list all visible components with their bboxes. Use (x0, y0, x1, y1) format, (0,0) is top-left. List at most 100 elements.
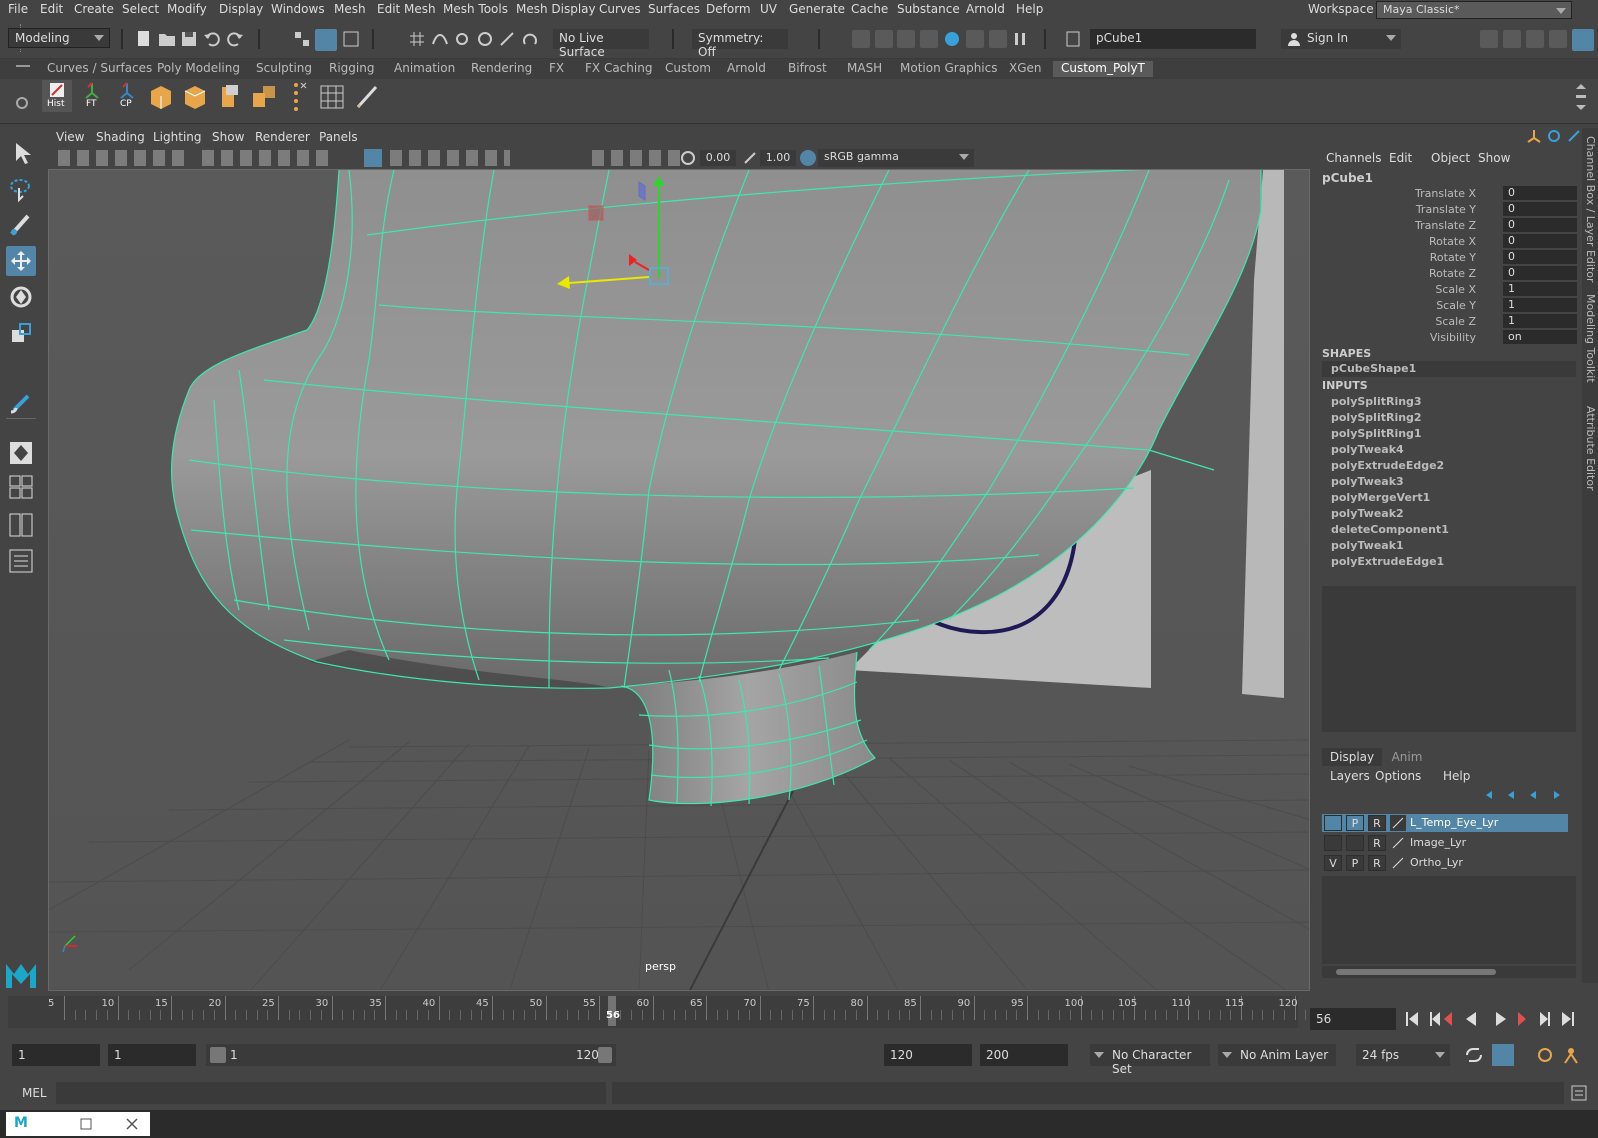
smooth-shade-button[interactable] (364, 149, 382, 167)
attr-label[interactable]: Translate X (1415, 187, 1476, 200)
menu-cache[interactable]: Cache (851, 2, 888, 16)
shelf-tab[interactable]: MASH (839, 61, 890, 75)
side-tab-attribute-editor[interactable]: Attribute Editor (1584, 406, 1597, 491)
snap-magnet-icon[interactable] (521, 30, 539, 48)
tool-settings-icon[interactable] (1503, 30, 1521, 48)
layer-color-icon[interactable] (1390, 855, 1406, 871)
loop-icon[interactable] (1464, 1046, 1484, 1064)
menu-generate[interactable]: Generate (789, 2, 845, 16)
shelf-tab[interactable]: FX Caching (577, 61, 660, 75)
menu-mesh[interactable]: Mesh (334, 2, 366, 16)
shelf-tab[interactable]: XGen (1001, 61, 1050, 75)
layer-name[interactable]: Image_Lyr (1410, 836, 1466, 849)
attr-label[interactable]: Scale X (1435, 283, 1476, 296)
channels-show-menu[interactable]: Show (1478, 151, 1510, 165)
shelf-scroll-icon[interactable] (1574, 81, 1588, 113)
symmetry-dropdown[interactable]: Symmetry: Off (692, 29, 788, 59)
input-node[interactable]: polySplitRing1 (1331, 427, 1422, 440)
tab-display[interactable]: Display (1322, 748, 1382, 766)
shelf-tab[interactable]: Sculpting (248, 61, 320, 75)
range-slider[interactable]: 1 120 (206, 1044, 616, 1066)
time-slider[interactable]: 5 10 15 20 25 30 35 40 45 50 55 60 65 70 75 80 85 90 95 100… (8, 996, 1339, 1028)
menu-windows[interactable]: Windows (271, 2, 325, 16)
character-icon[interactable] (1562, 1046, 1580, 1064)
side-tab-modeling-toolkit[interactable]: Modeling Toolkit (1584, 294, 1597, 383)
side-tab-channel-box[interactable]: Channel Box / Layer Editor (1584, 136, 1597, 283)
arnold-render-icon[interactable] (989, 30, 1007, 48)
attr-label[interactable]: Scale Y (1436, 299, 1476, 312)
gamma-field[interactable]: 1.00 (760, 150, 796, 166)
viewport-menu-panels[interactable]: Panels (319, 130, 358, 144)
live-surface-field[interactable]: No Live Surface (553, 29, 649, 59)
range-slider-handle-right[interactable] (598, 1047, 612, 1063)
shelf-tab[interactable]: Animation (386, 61, 463, 75)
layer-visibility-toggle[interactable] (1324, 815, 1342, 831)
attr-value[interactable]: 1 (1503, 314, 1577, 328)
menu-mesh-tools[interactable]: Mesh Tools (443, 2, 508, 16)
close-icon[interactable] (126, 1118, 138, 1130)
attr-value[interactable]: 0 (1503, 250, 1577, 264)
options-menu[interactable]: Options (1375, 769, 1421, 783)
shelf-tab[interactable]: Poly Modeling (149, 61, 248, 75)
viewport-3d[interactable]: persp (48, 169, 1310, 991)
character-set-dropdown[interactable]: No Character Set (1090, 1044, 1210, 1076)
shelf-menu-icon[interactable] (16, 65, 30, 67)
viewport-menu-shading[interactable]: Shading (96, 130, 145, 144)
attr-value[interactable]: 1 (1503, 298, 1577, 312)
scrollbar-thumb[interactable] (1336, 969, 1496, 975)
select-tool-icon[interactable] (6, 138, 36, 168)
maximize-icon[interactable] (80, 1118, 92, 1130)
layer-row[interactable]: V P R Ortho_Lyr (1322, 854, 1568, 872)
input-node[interactable]: polyExtrudeEdge2 (1331, 459, 1444, 472)
two-view-layout-icon[interactable] (6, 510, 36, 540)
rotate-tool-icon[interactable] (6, 282, 36, 312)
viewport-menu-view[interactable]: View (56, 130, 84, 144)
viewport-menu-lighting[interactable]: Lighting (153, 130, 202, 144)
camera-tools-icons[interactable] (58, 150, 188, 166)
object-name-field[interactable]: pCube1 (1090, 29, 1256, 49)
attr-value[interactable]: 1 (1503, 282, 1577, 296)
layer-name[interactable]: Ortho_Lyr (1410, 856, 1463, 869)
uv-grid-icon[interactable] (318, 83, 346, 111)
attr-label[interactable]: Rotate Y (1430, 251, 1476, 264)
input-line-icon[interactable] (1064, 30, 1082, 48)
attr-value[interactable]: 0 (1503, 266, 1577, 280)
poly-cube-solid-icon[interactable] (181, 83, 209, 111)
shelf-tab[interactable]: Curves / Surfaces (39, 61, 160, 75)
auto-key-button[interactable] (1492, 1044, 1514, 1066)
menu-help[interactable]: Help (1016, 2, 1043, 16)
layer-color-icon[interactable] (1390, 815, 1406, 831)
menu-edit[interactable]: Edit (40, 2, 63, 16)
snap-live-icon[interactable] (498, 30, 516, 48)
sign-in-button[interactable]: Sign In (1281, 29, 1401, 49)
menu-select[interactable]: Select (122, 2, 159, 16)
new-scene-icon[interactable] (135, 30, 153, 48)
delete-history-icon[interactable] (289, 81, 309, 113)
render-setup-icon[interactable] (966, 30, 984, 48)
command-input[interactable] (56, 1082, 606, 1104)
layer-visibility-toggle[interactable]: V (1324, 855, 1342, 871)
display-tools-icons[interactable] (202, 150, 332, 166)
help-menu[interactable]: Help (1443, 769, 1470, 783)
render-view-icon[interactable] (852, 30, 870, 48)
select-hierarchy-icon[interactable] (293, 30, 311, 48)
outliner-icon[interactable] (1549, 30, 1567, 48)
attr-label[interactable]: Translate Y (1416, 203, 1476, 216)
attr-label[interactable]: Translate Z (1415, 219, 1476, 232)
input-node[interactable]: deleteComponent1 (1331, 523, 1449, 536)
input-node[interactable]: polyMergeVert1 (1331, 491, 1430, 504)
menu-arnold[interactable]: Arnold (966, 2, 1005, 16)
scene-end-field[interactable]: 200 (980, 1044, 1068, 1066)
menu-surfaces[interactable]: Surfaces (648, 2, 700, 16)
paint-select-icon[interactable] (6, 210, 36, 240)
layer-playback-toggle[interactable]: P (1346, 815, 1364, 831)
anim-prefs-icon[interactable] (1536, 1046, 1554, 1064)
mel-label[interactable]: MEL (22, 1086, 47, 1100)
layer-tools-icons[interactable] (1484, 788, 1564, 802)
workspace-dropdown[interactable]: Maya Classic* (1376, 1, 1572, 19)
attr-value[interactable]: 0 (1503, 218, 1577, 232)
playback-start-field[interactable]: 1 (108, 1044, 196, 1066)
layer-name[interactable]: L_Temp_Eye_Lyr (1410, 816, 1498, 829)
channels-menu[interactable]: Channels (1326, 151, 1382, 165)
snap-view-plane-icon[interactable] (476, 30, 494, 48)
